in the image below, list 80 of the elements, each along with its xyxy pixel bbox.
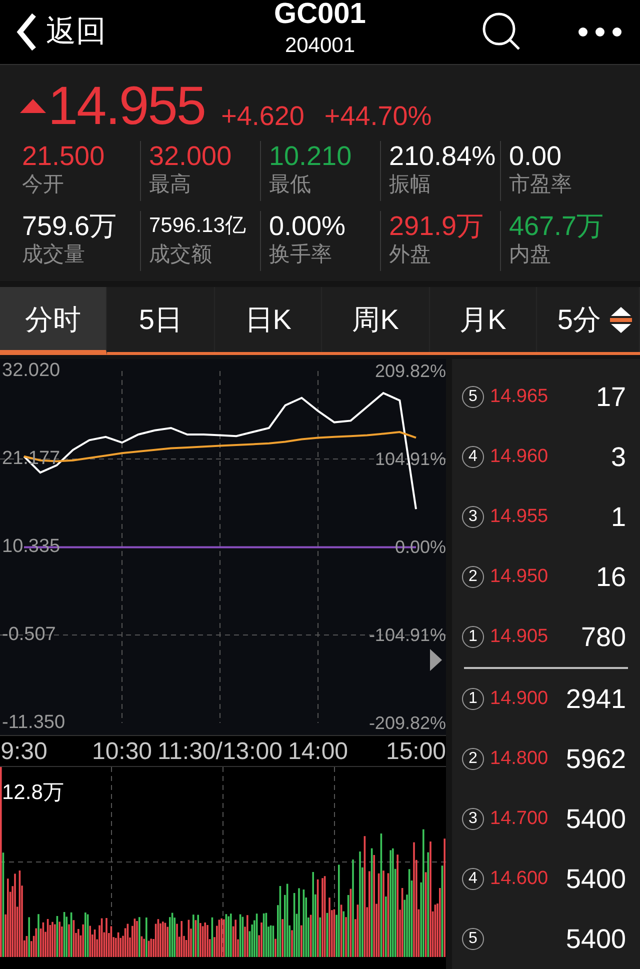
expand-arrow-icon[interactable] (430, 649, 442, 671)
stat-label: 成交量 (22, 242, 86, 268)
back-icon (16, 12, 38, 52)
back-button[interactable]: 返回 (16, 12, 106, 52)
percent-axis-label: 209.82% (374, 361, 446, 381)
price-change: +4.620 (221, 100, 304, 133)
time-axis-label: 15:00 (386, 740, 446, 764)
time-axis-label: 9:30 (0, 740, 48, 764)
stat-value: 467.7万 (509, 211, 605, 241)
stock-title: GC001 (274, 0, 366, 30)
percent-change: +44.70% (324, 100, 432, 133)
chart-tab[interactable]: 月K (430, 287, 538, 352)
level-badge: 3 (462, 506, 484, 528)
order-volume: 3 (610, 440, 627, 474)
percent-axis-label: -209.82% (368, 713, 446, 733)
order-price: 14.900 (490, 686, 550, 711)
order-volume: 5962 (566, 742, 627, 776)
order-volume: 5400 (566, 802, 627, 836)
level-badge: 1 (462, 688, 484, 710)
stat-label: 今开 (22, 172, 65, 198)
order-price: 14.955 (490, 504, 550, 529)
stat-label: 最低 (269, 172, 312, 198)
stock-code: 204001 (284, 33, 356, 59)
level-badge: 4 (462, 868, 484, 890)
stat-label: 换手率 (269, 242, 333, 268)
stat-label: 市盈率 (509, 172, 573, 198)
y-axis-label: 32.020 (2, 361, 60, 381)
order-price: 14.960 (490, 444, 550, 469)
percent-axis-label: 0.00% (394, 537, 446, 557)
level-badge: 3 (462, 808, 484, 830)
order-volume: 780 (580, 620, 627, 654)
time-axis-label: 11:30/13:00 (158, 740, 282, 764)
y-axis-label: -11.350 (2, 713, 66, 733)
percent-axis-label: -104.91% (368, 624, 446, 645)
time-axis-label: 10:30 (92, 740, 152, 764)
more-icon (578, 27, 622, 37)
level-badge: 4 (462, 446, 484, 468)
chart-tab[interactable]: 5日 (107, 287, 215, 352)
stat-label: 振幅 (389, 172, 432, 198)
order-volume: 2941 (566, 682, 627, 716)
more-button[interactable] (578, 27, 622, 37)
level-badge: 2 (462, 566, 484, 588)
order-price: 14.700 (490, 806, 550, 831)
stat-label: 外盘 (389, 242, 432, 268)
order-price: 14.905 (490, 624, 550, 649)
order-volume: 5400 (566, 862, 627, 896)
chart-tab[interactable]: 周K (322, 287, 430, 352)
order-volume: 17 (596, 380, 627, 414)
order-price: 14.800 (490, 746, 550, 771)
stat-value: 32.000 (149, 141, 233, 171)
time-axis-label: 14:00 (288, 740, 348, 764)
stat-value: 291.9万 (389, 211, 485, 241)
current-price: 14.955 (48, 79, 206, 133)
order-volume: 5400 (566, 922, 627, 956)
stat-label: 最高 (149, 172, 192, 198)
sort-icon (608, 306, 633, 332)
stat-value: 7596.13亿 (149, 213, 247, 239)
chart-tab[interactable]: 5分 (537, 287, 640, 352)
stat-value: 0.00 (509, 141, 563, 171)
level-badge: 5 (462, 928, 484, 950)
stat-value: 0.00% (269, 211, 347, 241)
stat-label: 内盘 (509, 242, 552, 268)
chart-tab[interactable]: 日K (214, 287, 322, 352)
order-price: 14.600 (490, 866, 550, 891)
up-triangle-icon (20, 99, 46, 113)
order-volume: 16 (596, 560, 627, 594)
stat-value: 210.84% (389, 141, 497, 171)
stat-label: 成交额 (149, 242, 213, 268)
chart-tab[interactable]: 分时 (0, 287, 108, 355)
order-price: 14.950 (490, 564, 550, 589)
volume-max-label: 12.8万 (2, 780, 64, 806)
order-volume: 1 (610, 500, 627, 534)
stat-value: 10.210 (269, 141, 353, 171)
stat-value: 21.500 (22, 141, 106, 171)
y-axis-label: -0.507 (2, 624, 56, 645)
stat-value: 759.6万 (22, 211, 118, 241)
level-badge: 1 (462, 626, 484, 648)
level-badge: 2 (462, 748, 484, 770)
order-price: 14.965 (490, 384, 550, 409)
level-badge: 5 (462, 386, 484, 408)
